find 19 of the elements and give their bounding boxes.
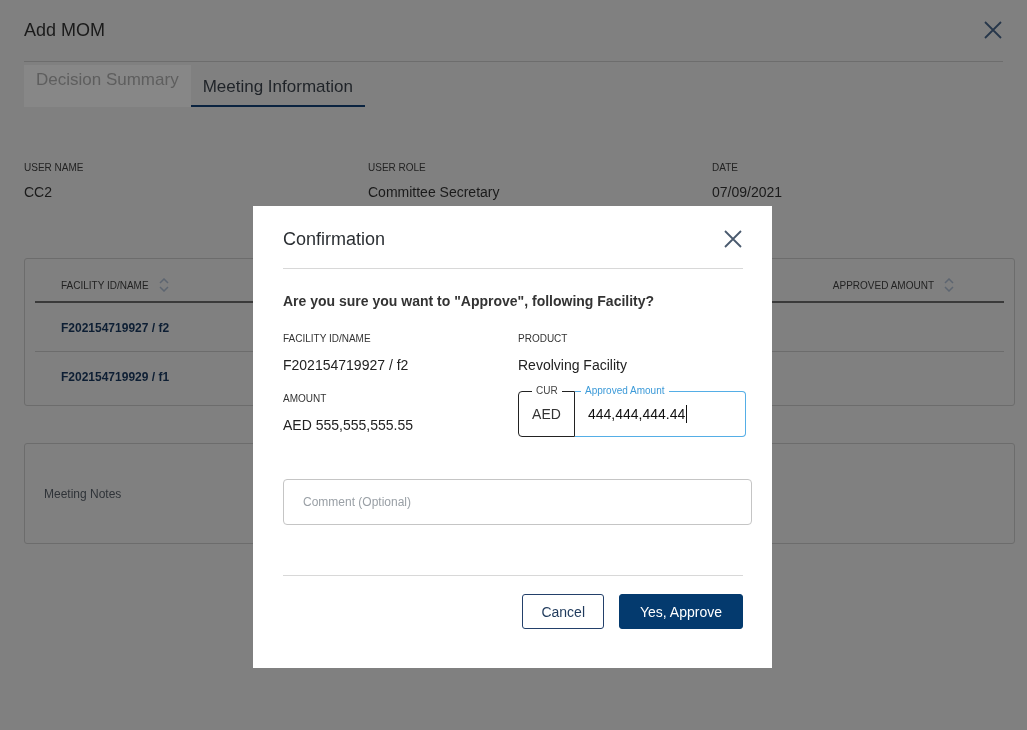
field-label: FACILITY ID/NAME	[283, 333, 372, 344]
field-label: DATE	[712, 162, 739, 173]
field-value: AED 555,555,555.55	[283, 417, 414, 433]
field-label: USER ROLE	[368, 162, 427, 173]
field-label: PRODUCT	[518, 333, 569, 344]
field-label: USER NAME	[24, 162, 85, 173]
column-header: FACILITY ID/NAME	[61, 279, 149, 291]
field-value: Revolving Facility	[518, 357, 628, 373]
table-cell: F202154719929 / f1	[61, 370, 170, 384]
table-cell: F202154719927 / f2	[61, 321, 170, 335]
confirmation-question: Are you sure you want to "Approve", following Facility?	[283, 293, 656, 309]
column-header: APPROVED AMOUNT	[832, 279, 934, 291]
field-value: Committee Secretary	[368, 184, 501, 200]
dialog-title: Confirmation	[283, 228, 386, 250]
field-value: 07/09/2021	[712, 184, 784, 200]
field-label: AMOUNT	[283, 393, 328, 404]
field-value: CC2	[24, 184, 53, 200]
page-title: Add MOM	[24, 19, 106, 41]
field-value: F202154719927 / f2	[283, 357, 410, 373]
